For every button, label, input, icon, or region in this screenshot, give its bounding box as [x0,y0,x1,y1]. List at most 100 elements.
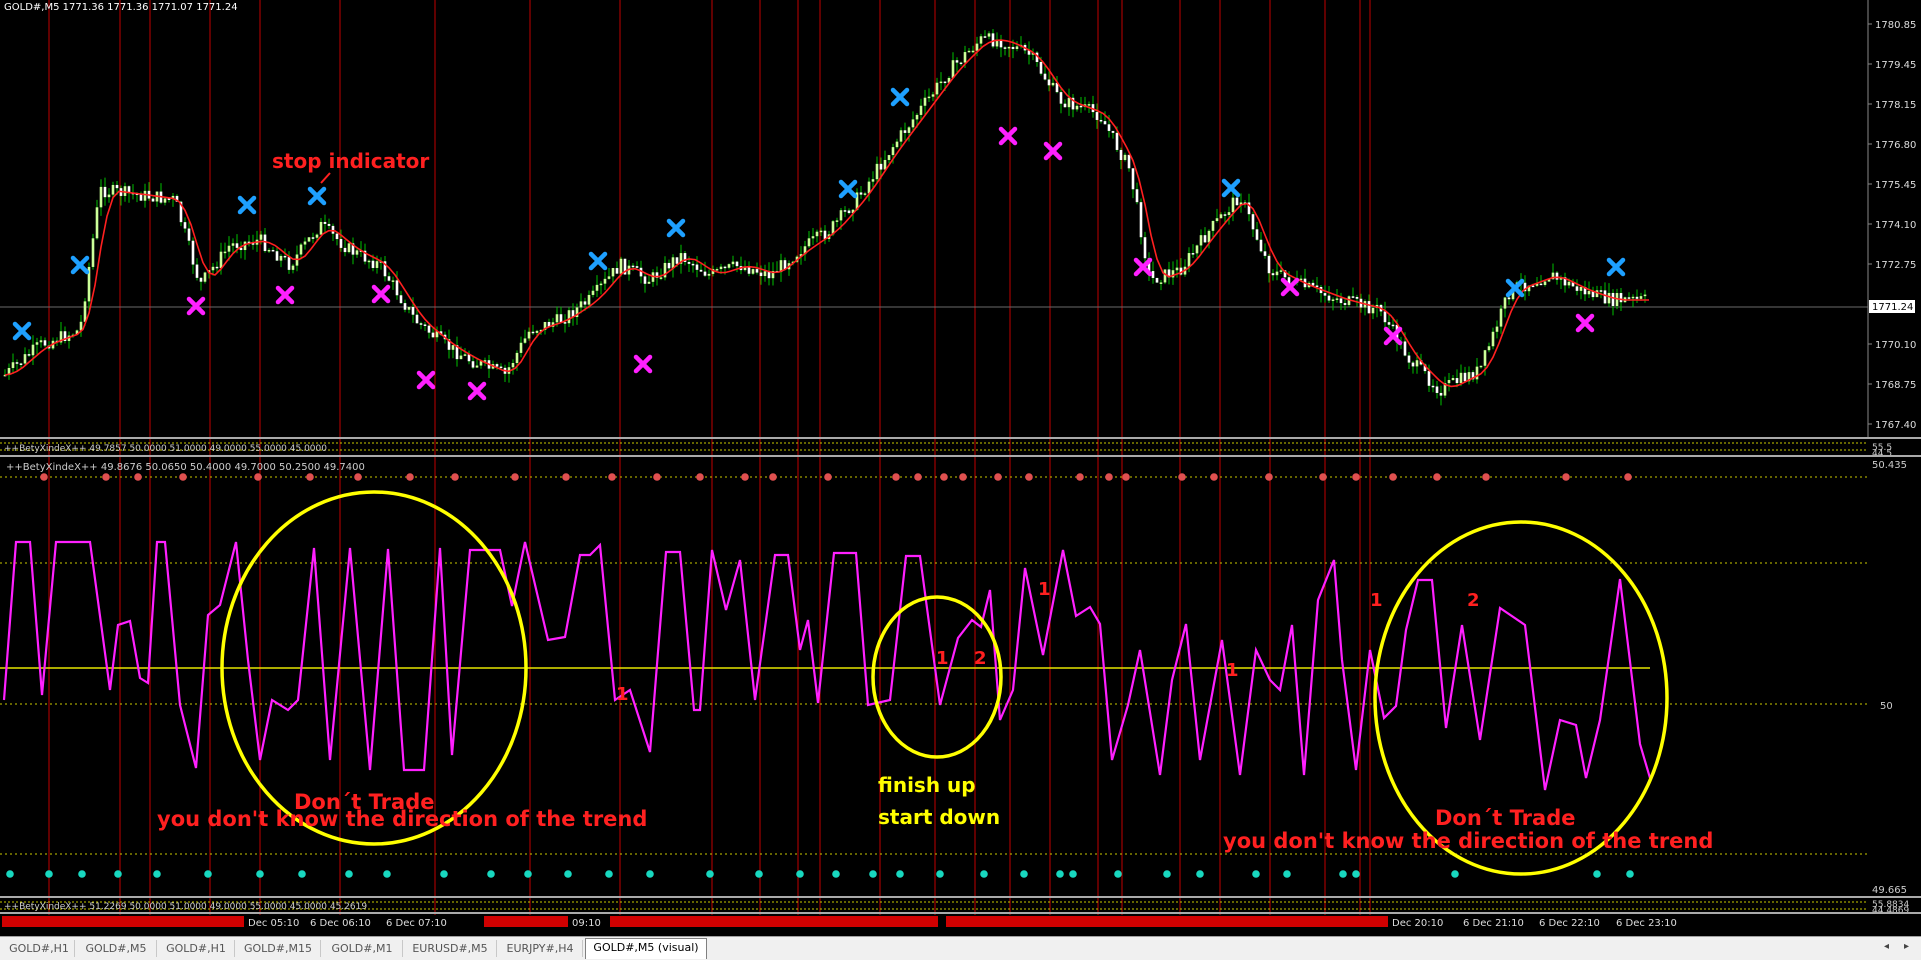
candle-body [115,184,119,189]
candle-body [407,306,411,310]
time-label: 09:10 [572,918,601,929]
candle-body [1407,355,1411,363]
candle-body [1587,291,1591,295]
signal-dot-cyan [1114,870,1122,878]
chart-header: GOLD#,M5 1771.36 1771.36 1771.07 1771.24 [4,2,238,13]
candle-body [915,114,919,120]
signal-dot-cyan [896,870,904,878]
candle-body [1627,297,1631,299]
candle-body [1211,220,1215,231]
chart-tab[interactable]: GOLD#,H1 [158,940,235,957]
candle-body [1187,253,1191,267]
signal-dot-red [179,473,187,481]
candle-body [375,261,379,268]
candle-body [1371,307,1375,314]
chart-tab[interactable]: GOLD#,M5 [76,940,157,957]
tab-scroll-right-icon[interactable]: ▸ [1904,941,1909,952]
candle-body [99,186,103,208]
signal-dot-cyan [1163,870,1171,878]
candle-body [1643,294,1647,297]
candle-body [983,36,987,38]
candle-body [43,340,47,346]
signal-dot-cyan [1352,870,1360,878]
candle-body [1555,272,1559,280]
signal-dot-red [696,473,704,481]
candle-body [1047,79,1051,86]
candle-body [1099,119,1103,122]
candle-body [751,269,755,274]
candle-body [559,314,563,323]
candle-body [1199,235,1203,246]
subwindow2-axis-bottom: 49.665 [1872,885,1907,896]
candle-body [151,198,155,202]
candle-body [631,265,635,268]
candle-body [215,266,219,269]
candle-body [259,234,263,240]
signal-dot-red [1389,473,1397,481]
candle-body [1455,378,1459,384]
signal-dot-cyan [204,870,212,878]
signal-dot-red [406,473,414,481]
chart-tab[interactable]: GOLD#,H1 [4,940,75,957]
candle-body [223,251,227,254]
candle-body [111,184,115,195]
candle-body [1235,197,1239,206]
candle-body [191,240,195,265]
candle-body [1227,212,1231,216]
finish-up-annotation: finish up [878,773,976,797]
candle-body [231,243,235,246]
candle-body [299,244,303,255]
chart-tab[interactable]: GOLD#,M1 [322,940,403,957]
candle-body [391,280,395,282]
candle-body [1391,324,1395,327]
candle-body [731,261,735,265]
candle-body [315,234,319,238]
candle-body [11,362,15,368]
signal-dot-cyan [524,870,532,878]
signal-dot-cyan [1593,870,1601,878]
candle-body [1139,202,1143,238]
signal-dot-red [1562,473,1570,481]
candle-body [899,130,903,142]
signal-time-block [946,916,1388,927]
signal-dot-red [1178,473,1186,481]
candle-body [331,225,335,234]
candle-body [95,207,99,239]
candle-body [427,325,431,333]
candle-body [199,277,203,282]
signal-time-block [484,916,568,927]
signal-dot-red [511,473,519,481]
count-label: 2 [974,648,987,669]
candle-body [811,236,815,239]
chart-canvas[interactable]: GOLD#,M5 1771.36 1771.36 1771.07 1771.24… [0,0,1921,936]
chart-tab[interactable]: EURUSD#,M5 [404,940,497,957]
signal-dot-cyan [936,870,944,878]
signal-dot-red [1624,473,1632,481]
candle-body [1011,46,1015,50]
candle-body [719,266,723,270]
candle-body [815,231,819,237]
candle-body [1191,253,1195,255]
candle-body [271,249,275,252]
candle-body [35,342,39,345]
candle-body [951,60,955,78]
time-label: Dec 20:10 [1392,918,1443,929]
candle-body [907,127,911,133]
signal-dot-red [994,473,1002,481]
time-label: 6 Dec 21:10 [1463,918,1524,929]
candle-body [203,272,207,282]
signal-dot-red [1105,473,1113,481]
chart-tab[interactable]: EURJPY#,H4 [498,940,583,957]
candle-body [83,301,87,322]
candle-body [959,62,963,65]
candle-body [643,276,647,284]
candle-body [755,269,759,273]
chart-tab[interactable]: GOLD#,M15 [236,940,321,957]
tab-scroll-left-icon[interactable]: ◂ [1884,941,1889,952]
candle-body [611,268,615,277]
candle-body [1123,154,1127,160]
candle-body [1403,341,1407,356]
signal-dot-red [1265,473,1273,481]
chart-tab-active[interactable]: GOLD#,M5 (visual) [585,938,707,959]
candle-body [1411,362,1415,367]
